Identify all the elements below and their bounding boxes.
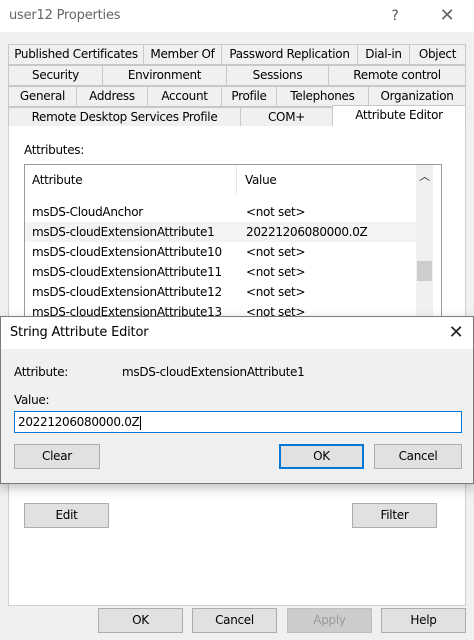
clear-button[interactable]: Clear [14,444,100,469]
attribute-value: <not set> [246,245,306,259]
value-input[interactable]: 20221206080000.0Z [14,411,462,433]
tab-profile[interactable]: Profile [221,86,277,107]
tab-dial-in[interactable]: Dial-in [357,44,410,65]
attribute-value: <not set> [246,265,306,279]
title-bar: user12 Properties ? ✕ [0,0,474,32]
value-label: Value: [14,393,50,407]
tab-remote-control[interactable]: Remote control [328,65,466,86]
ok-button[interactable]: OK [98,608,183,633]
scrollbar-thumb[interactable] [417,261,432,281]
column-header-value[interactable]: Value [238,165,418,195]
dialog-title: String Attribute Editor [10,325,149,340]
tab-organization[interactable]: Organization [368,86,466,107]
attribute-value: <not set> [246,285,306,299]
text-caret [140,415,142,430]
edit-button[interactable]: Edit [24,503,109,528]
attribute-value: <not set> [246,205,306,219]
chevron-up-icon[interactable]: ︿ [416,167,433,187]
attribute-value: 20221206080000.0Z [246,225,368,239]
dialog-cancel-button[interactable]: Cancel [374,444,462,469]
tab-security[interactable]: Security [8,65,103,86]
tab-password-replication[interactable]: Password Replication [221,44,358,65]
tab-general[interactable]: General [8,86,77,107]
tab-address[interactable]: Address [76,86,148,107]
window-title: user12 Properties [9,8,121,23]
attributes-list[interactable]: Attribute Value msDS-CloudAnchor <not se… [24,164,442,324]
tab-com-plus[interactable]: COM+ [240,107,333,128]
attribute-name: msDS-cloudExtensionAttribute11 [32,265,222,279]
dialog-title-bar: String Attribute Editor ✕ [1,317,473,349]
tab-member-of[interactable]: Member Of [143,44,222,65]
close-icon[interactable]: ✕ [441,321,471,345]
list-item[interactable]: msDS-CloudAnchor <not set> [25,202,417,222]
attributes-scrollbar[interactable]: ︿ [416,165,433,323]
cancel-button[interactable]: Cancel [192,608,277,633]
value-input-text: 20221206080000.0Z [18,415,140,429]
tab-attribute-editor[interactable]: Attribute Editor [332,105,466,127]
string-attribute-editor-dialog: String Attribute Editor ✕ Attribute: msD… [0,316,474,484]
attribute-name: msDS-cloudExtensionAttribute10 [32,245,222,259]
list-item-selected[interactable]: msDS-cloudExtensionAttribute1 2022120608… [25,222,417,242]
attribute-name: msDS-cloudExtensionAttribute12 [32,285,222,299]
tab-object[interactable]: Object [409,44,466,65]
close-icon[interactable]: ✕ [432,4,462,28]
attribute-name-value: msDS-cloudExtensionAttribute1 [122,365,305,379]
tab-environment[interactable]: Environment [102,65,227,86]
tab-sessions[interactable]: Sessions [226,65,329,86]
tab-remote-desktop-services-profile[interactable]: Remote Desktop Services Profile [8,107,241,128]
help-button[interactable]: Help [381,608,466,633]
tab-telephones[interactable]: Telephones [276,86,369,107]
tab-published-certificates[interactable]: Published Certificates [8,44,144,65]
tab-account[interactable]: Account [147,86,222,107]
list-item[interactable]: msDS-cloudExtensionAttribute11 <not set> [25,262,417,282]
attributes-label: Attributes: [24,143,84,157]
filter-button[interactable]: Filter [352,503,437,528]
attribute-label: Attribute: [14,365,69,379]
column-header-attribute[interactable]: Attribute [25,165,237,195]
list-item[interactable]: msDS-cloudExtensionAttribute10 <not set> [25,242,417,262]
apply-button[interactable]: Apply [287,608,372,633]
attribute-name: msDS-cloudExtensionAttribute1 [32,225,215,239]
dialog-ok-button[interactable]: OK [279,444,364,469]
attribute-name: msDS-CloudAnchor [32,205,143,219]
help-icon[interactable]: ? [380,4,410,28]
list-item[interactable]: msDS-cloudExtensionAttribute12 <not set> [25,282,417,302]
